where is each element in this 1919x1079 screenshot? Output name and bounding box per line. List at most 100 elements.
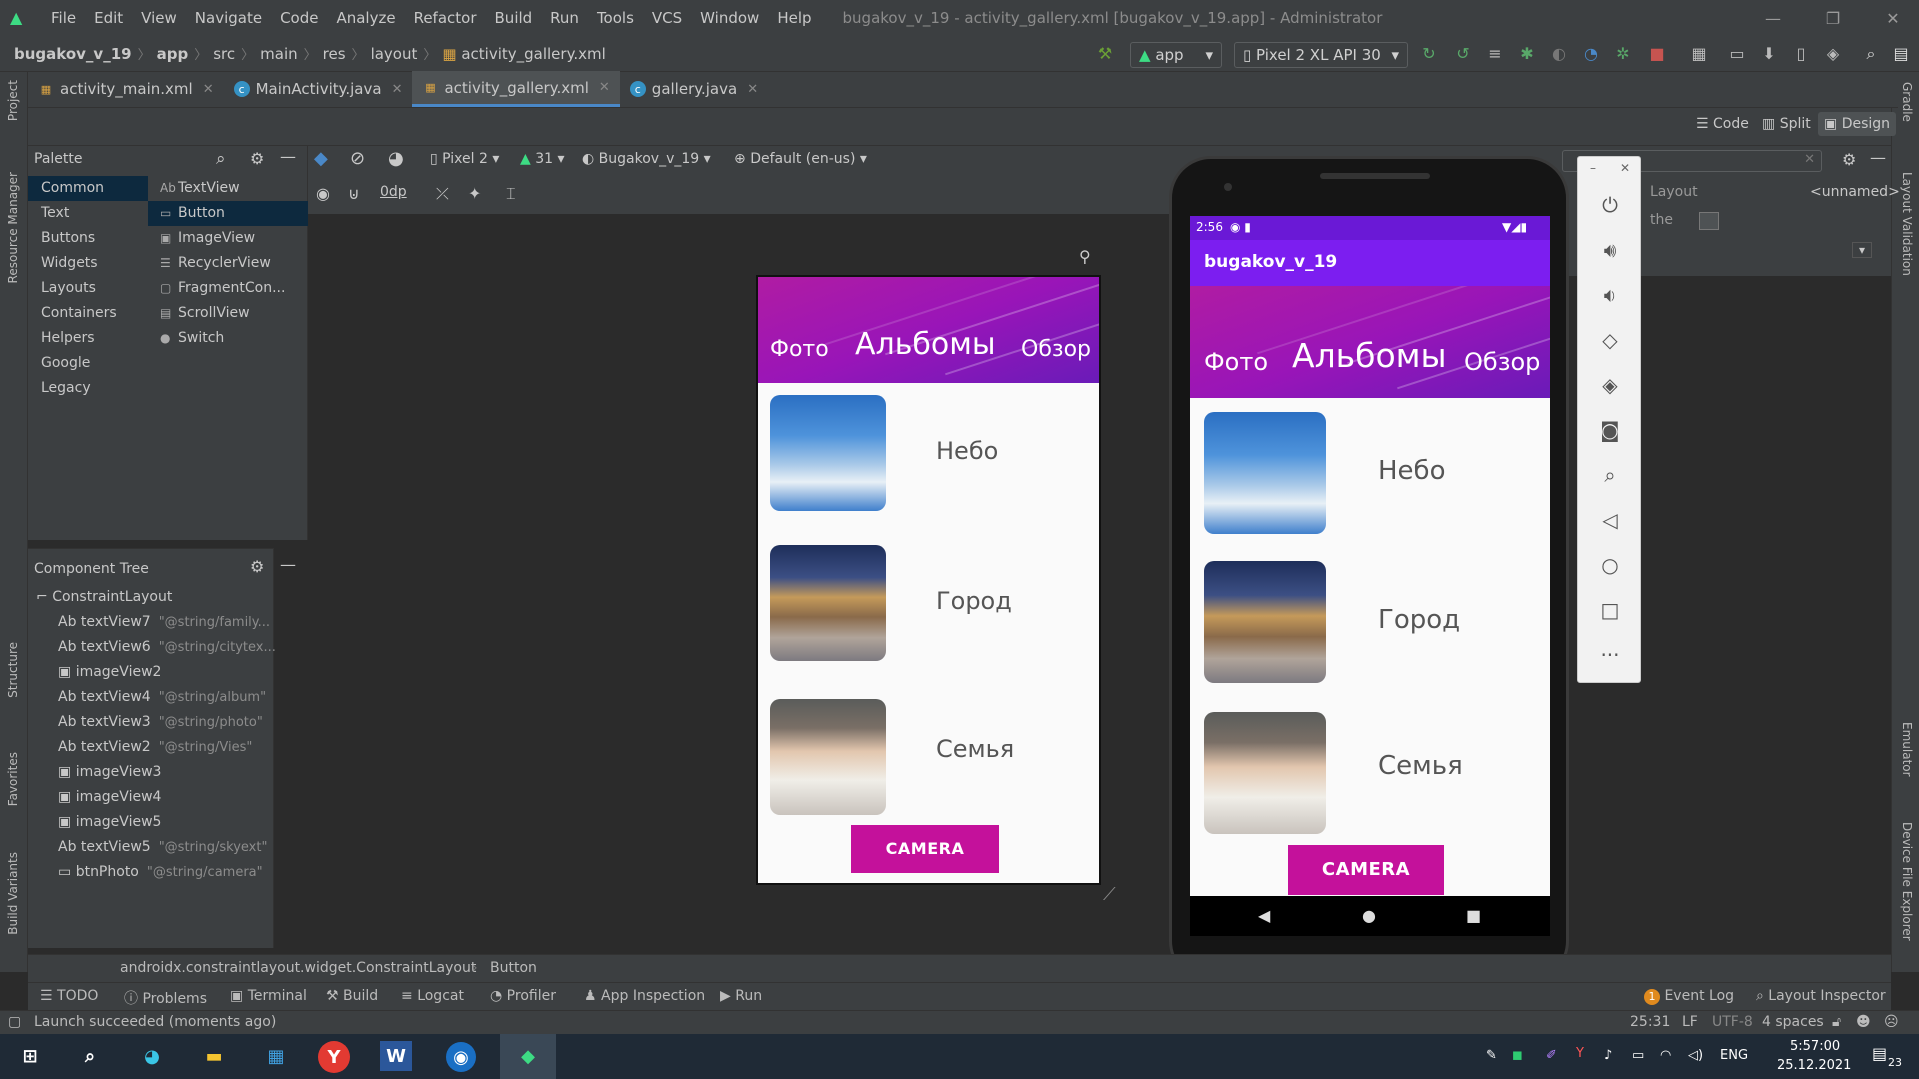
close-tab-icon[interactable]: ✕ bbox=[392, 82, 403, 97]
tab-activity-gallery[interactable]: ▦ activity_gallery.xml ✕ bbox=[412, 71, 620, 107]
tree-node[interactable]: Ab textView4 "@string/album" bbox=[58, 685, 266, 710]
header-albums-label[interactable]: Альбомы bbox=[1292, 336, 1447, 375]
tree-node[interactable]: Ab textView2 "@string/Vies" bbox=[58, 735, 252, 760]
palette-item-textview[interactable]: Ab TextView bbox=[148, 176, 308, 201]
default-margin-field[interactable]: 0dp bbox=[380, 184, 407, 200]
tray-wifi-icon[interactable]: ◠ bbox=[1660, 1048, 1671, 1063]
tree-node[interactable]: Ab textView5 "@string/skyext" bbox=[58, 835, 267, 860]
gear-icon[interactable]: ⚙ bbox=[250, 557, 264, 576]
device-manager-icon[interactable]: ▯ bbox=[1790, 44, 1812, 64]
tree-node[interactable]: ▣ imageView2 bbox=[58, 660, 161, 685]
infer-constraints-icon[interactable]: ✦ bbox=[468, 184, 481, 203]
code-mode-button[interactable]: ☰ Code bbox=[1696, 116, 1749, 132]
file-encoding[interactable]: UTF-8 bbox=[1712, 1014, 1753, 1030]
more-icon[interactable]: ··· bbox=[1578, 633, 1642, 677]
coverage-icon[interactable]: ◐ bbox=[1548, 44, 1570, 64]
plugin-icon[interactable]: ◈ bbox=[1822, 44, 1844, 64]
memory-indicator-icon[interactable]: ☻ bbox=[1856, 1014, 1871, 1030]
tool-device-file-explorer[interactable]: Device File Explorer bbox=[1900, 822, 1914, 941]
clock-time[interactable]: 5:57:00 bbox=[1790, 1039, 1840, 1054]
overview-icon[interactable]: ■ bbox=[1466, 906, 1481, 925]
orientation-icon[interactable]: ⊘ bbox=[350, 148, 365, 169]
status-toggle-icon[interactable]: ▢ bbox=[8, 1014, 21, 1030]
emulator-screen[interactable]: 2:56 ◉ ▮ ▼◢▮ bugakov_v_19 Фото Альбомы О… bbox=[1190, 216, 1550, 936]
zoom-icon[interactable]: ⌕ bbox=[1578, 453, 1642, 497]
store-icon[interactable]: ▦ bbox=[256, 1039, 296, 1074]
palette-category-layouts[interactable]: Layouts bbox=[28, 276, 148, 301]
palette-category-containers[interactable]: Containers bbox=[28, 301, 148, 326]
restore-icon[interactable]: ❐ bbox=[1810, 0, 1856, 36]
palette-item-scrollview[interactable]: ▤ ScrollView bbox=[148, 301, 308, 326]
chevron-down-icon[interactable]: ▾ bbox=[1852, 242, 1873, 258]
lock-icon[interactable]: 🔓︎ bbox=[1832, 1014, 1841, 1030]
header-albums-label[interactable]: Альбомы bbox=[855, 327, 996, 362]
rotate-right-icon[interactable]: ◈ bbox=[1578, 363, 1642, 407]
clock-date[interactable]: 25.12.2021 bbox=[1777, 1058, 1851, 1073]
build-tab[interactable]: ⚒ Build bbox=[326, 988, 378, 1004]
camera-button[interactable]: CAMERA bbox=[851, 825, 999, 873]
tool-emulator[interactable]: Emulator bbox=[1900, 722, 1914, 777]
tray-nvidia-icon[interactable]: ◼ bbox=[1512, 1048, 1523, 1063]
camera-icon[interactable]: ◙ bbox=[1578, 408, 1642, 452]
header-photo-label[interactable]: Фото bbox=[1204, 348, 1268, 376]
stop-icon[interactable]: ■ bbox=[1646, 44, 1668, 64]
split-mode-button[interactable]: ▥ Split bbox=[1762, 116, 1811, 132]
tray-yandex-icon[interactable]: Y bbox=[1576, 1046, 1584, 1061]
camera-button[interactable]: CAMERA bbox=[1288, 845, 1444, 895]
apply-changes-icon[interactable]: ↻ bbox=[1418, 44, 1440, 64]
minimize-icon[interactable]: — bbox=[1750, 0, 1796, 36]
minimize-panel-icon[interactable]: — bbox=[280, 555, 296, 574]
sky-image[interactable] bbox=[1204, 412, 1326, 534]
power-icon[interactable]: ⏻ bbox=[1578, 183, 1642, 227]
notification-center-icon[interactable]: ▤ bbox=[1872, 1044, 1887, 1063]
breadcrumb-src[interactable]: src bbox=[209, 45, 239, 63]
tree-root-constraintlayout[interactable]: ⌐ ConstraintLayout bbox=[36, 585, 172, 610]
app-inspection-tab[interactable]: ♟ App Inspection bbox=[584, 988, 705, 1004]
breadcrumb-main[interactable]: main bbox=[256, 45, 301, 63]
collapse-toggle[interactable] bbox=[1699, 212, 1719, 230]
android-studio-taskbar-icon[interactable]: ◆ bbox=[500, 1034, 556, 1079]
tree-node[interactable]: ▣ imageView3 bbox=[58, 760, 161, 785]
breadcrumb-file[interactable]: ▦ activity_gallery.xml bbox=[438, 45, 609, 63]
device-select[interactable]: ▯ Pixel 2 XL API 30 ▾ bbox=[1234, 42, 1408, 68]
run-config-select[interactable]: ▲ app ▾ bbox=[1130, 42, 1222, 68]
locale-select[interactable]: ⊕ Default (en-us) ▾ bbox=[734, 151, 867, 167]
tab-activity-main[interactable]: ▦ activity_main.xml ✕ bbox=[28, 71, 224, 107]
tray-pen-icon[interactable]: ✎ bbox=[1486, 1048, 1497, 1063]
close-tab-icon[interactable]: ✕ bbox=[203, 82, 214, 97]
tree-node[interactable]: ▣ imageView5 bbox=[58, 810, 161, 835]
menu-code[interactable]: Code bbox=[271, 9, 327, 27]
gear-icon[interactable]: ⚙ bbox=[250, 149, 264, 168]
menu-view[interactable]: View bbox=[132, 9, 186, 27]
api-level-select[interactable]: ▲ 31 ▾ bbox=[520, 151, 565, 167]
minimize-panel-icon[interactable]: — bbox=[280, 147, 296, 166]
home-icon[interactable]: ● bbox=[1362, 906, 1376, 925]
menu-run[interactable]: Run bbox=[541, 9, 588, 27]
clear-constraints-icon[interactable]: ⤫ bbox=[436, 184, 449, 204]
menu-tools[interactable]: Tools bbox=[588, 9, 643, 27]
sync-icon[interactable]: ≡ bbox=[1484, 44, 1506, 64]
back-icon[interactable]: ◀ bbox=[1258, 906, 1270, 925]
debug-icon[interactable]: ✱ bbox=[1516, 44, 1538, 64]
sky-image[interactable] bbox=[770, 395, 886, 511]
tool-build-variants[interactable]: Build Variants bbox=[6, 852, 20, 935]
tray-battery-icon[interactable]: ▭ bbox=[1632, 1048, 1644, 1063]
tray-volume-icon[interactable]: ◁) bbox=[1688, 1048, 1703, 1063]
family-image[interactable] bbox=[1204, 712, 1326, 834]
yandex-browser-icon[interactable]: Y bbox=[318, 1041, 350, 1073]
menu-refactor[interactable]: Refactor bbox=[405, 9, 486, 27]
guidelines-icon[interactable]: ⌶ bbox=[506, 184, 516, 204]
notifications-icon[interactable]: ☹ bbox=[1884, 1014, 1899, 1030]
menu-help[interactable]: Help bbox=[768, 9, 820, 27]
todo-tab[interactable]: ☰ TODO bbox=[40, 988, 98, 1004]
tool-structure[interactable]: Structure bbox=[6, 642, 20, 698]
status-message[interactable]: Launch succeeded (moments ago) bbox=[34, 1014, 276, 1030]
tool-project[interactable]: Project bbox=[6, 80, 20, 121]
problems-tab[interactable]: ⓘ Problems bbox=[124, 988, 207, 1008]
menu-build[interactable]: Build bbox=[486, 9, 542, 27]
device-preview-select[interactable]: ▯ Pixel 2 ▾ bbox=[430, 151, 499, 167]
tree-node[interactable]: ▭ btnPhoto "@string/camera" bbox=[58, 860, 263, 885]
event-log-tab[interactable]: 1 Event Log bbox=[1644, 988, 1734, 1005]
avd-manager-icon[interactable]: ▭ bbox=[1726, 44, 1748, 64]
eye-icon[interactable]: ◉ bbox=[316, 184, 330, 203]
